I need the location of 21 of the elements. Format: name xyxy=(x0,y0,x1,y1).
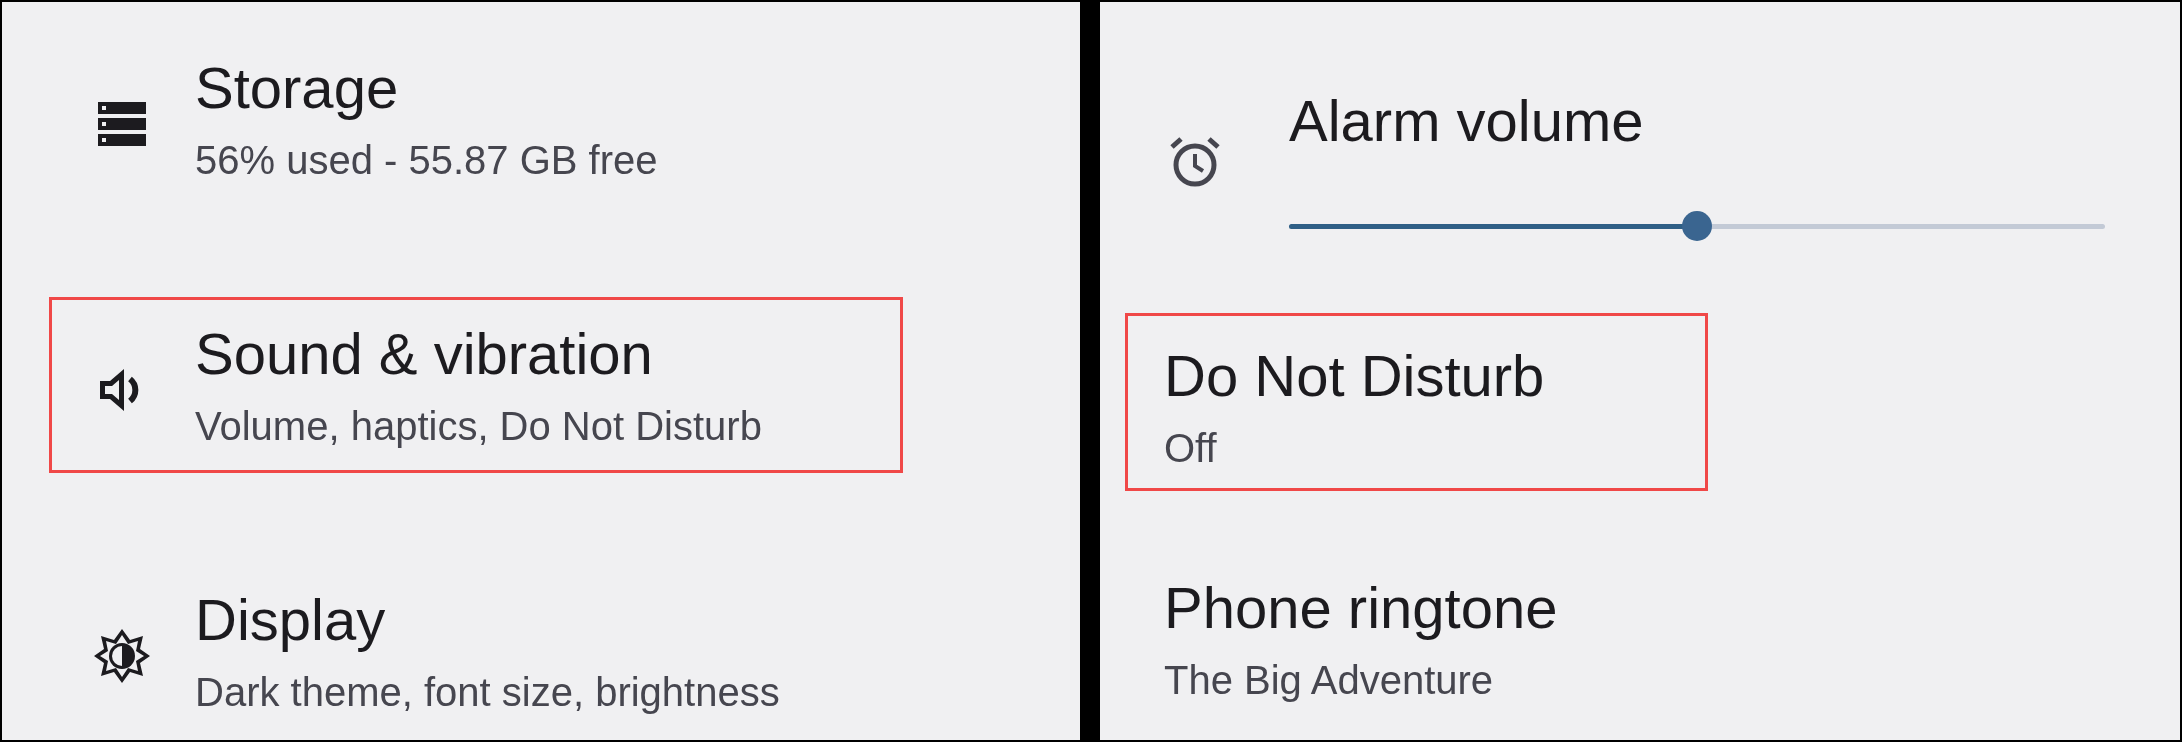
settings-item[interactable]: Do Not Disturb Off xyxy=(1125,313,1708,491)
settings-item[interactable]: Phone ringtone The Big Adventure xyxy=(1125,545,1708,723)
setting-summary: Off xyxy=(1164,425,1218,472)
setting-title: Sound & vibration xyxy=(195,320,654,388)
brightness-icon xyxy=(93,627,151,685)
setting-summary: Volume, haptics, Do Not Disturb xyxy=(195,403,762,450)
settings-item[interactable]: Display Dark theme, font size, brightness xyxy=(49,563,903,739)
setting-title: Alarm volume xyxy=(1289,87,1645,155)
setting-title: Do Not Disturb xyxy=(1164,342,1546,410)
setting-title: Phone ringtone xyxy=(1164,574,1559,642)
volume-slider[interactable] xyxy=(1289,214,2105,238)
settings-item[interactable]: Sound & vibration Volume, haptics, Do Not Disturb xyxy=(49,297,903,473)
setting-title: Display xyxy=(195,586,387,654)
setting-summary: The Big Adventure xyxy=(1164,657,1495,704)
setting-summary: 56% used - 55.87 GB free xyxy=(195,137,658,184)
settings-item[interactable]: Storage 56% used - 55.87 GB free xyxy=(49,31,903,207)
alarm-clock-icon xyxy=(1169,135,1221,188)
setting-summary: Dark theme, font size, brightness xyxy=(195,669,780,716)
setting-title: Storage xyxy=(195,54,400,122)
storage-icon xyxy=(98,102,146,146)
slider-thumb[interactable] xyxy=(1682,211,1712,241)
